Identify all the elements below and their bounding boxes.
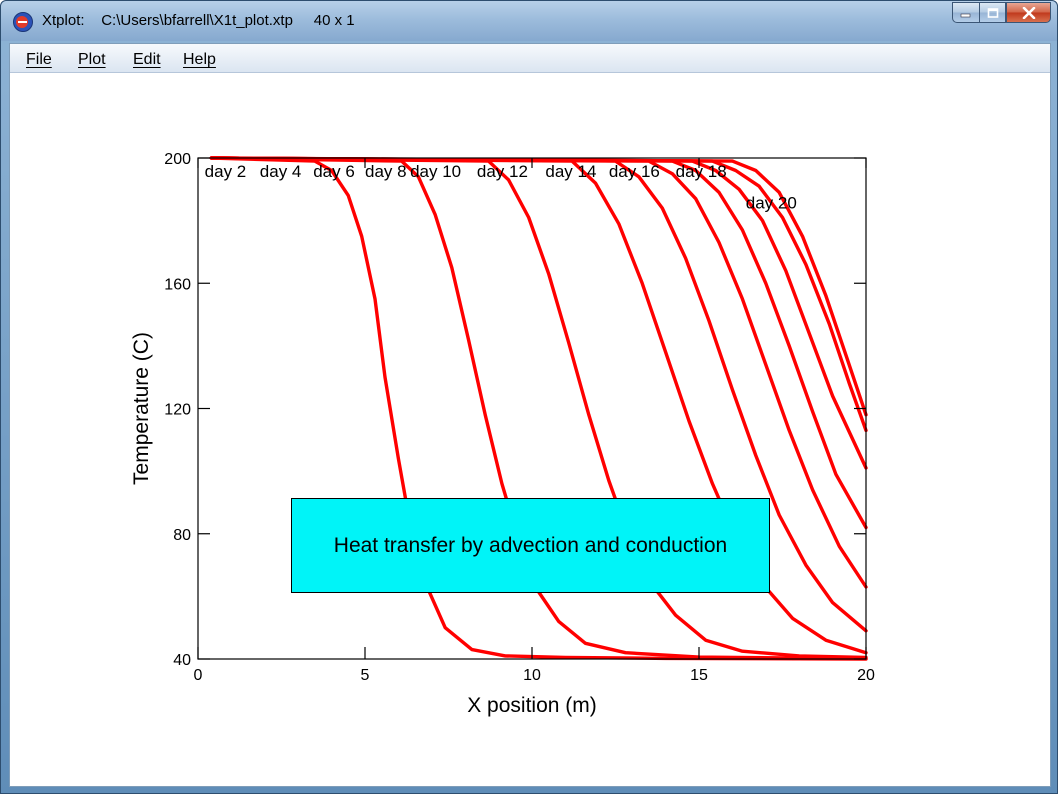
day-label: day 12 bbox=[477, 162, 528, 181]
x-tick-label: 5 bbox=[361, 667, 370, 684]
close-button[interactable] bbox=[1006, 2, 1051, 23]
close-icon bbox=[1022, 6, 1035, 19]
y-tick-label: 120 bbox=[164, 402, 191, 419]
day-label: day 2 bbox=[205, 162, 247, 181]
minimize-button[interactable] bbox=[952, 2, 979, 23]
y-tick-label: 40 bbox=[173, 652, 191, 669]
xtplot-app-icon bbox=[13, 12, 33, 32]
title-bar[interactable]: Xtplot: C:\Users\bfarrell\X1t_plot.xtp 4… bbox=[1, 1, 1057, 41]
day-label: day 10 bbox=[410, 162, 461, 181]
window-title: Xtplot: C:\Users\bfarrell\X1t_plot.xtp 4… bbox=[42, 12, 355, 29]
maximize-icon bbox=[987, 7, 998, 18]
x-tick-label: 0 bbox=[194, 667, 203, 684]
x-tick-label: 20 bbox=[857, 667, 875, 684]
x-axis-title: X position (m) bbox=[467, 694, 597, 717]
minimize-icon bbox=[960, 13, 971, 17]
temperature-plot: 0 5 10 15 20 40 80 120 160 200 X position (m) Tempe… bbox=[130, 151, 875, 717]
day-label: day 8 bbox=[365, 162, 407, 181]
x-tick-label: 10 bbox=[523, 667, 541, 684]
y-tick-label: 160 bbox=[164, 276, 191, 293]
day-label: day 16 bbox=[609, 162, 660, 181]
labels-layer: 0 5 10 15 20 40 80 120 160 200 X position (m) Tempe… bbox=[130, 151, 875, 717]
y-tick-label: 80 bbox=[173, 527, 191, 544]
day-label: day 14 bbox=[545, 162, 596, 181]
series-line-day-14 bbox=[209, 156, 868, 530]
plot-client-area: File Plot Edit Help 0 5 10 15 20 40 80 120 160 20… bbox=[9, 43, 1051, 787]
day-label: day 4 bbox=[260, 162, 302, 181]
day-label: day 18 bbox=[676, 162, 727, 181]
x-tick-label: 15 bbox=[690, 667, 708, 684]
y-axis-title: Temperature (C) bbox=[130, 332, 153, 485]
window-controls bbox=[952, 2, 1051, 24]
app-window: Xtplot: C:\Users\bfarrell\X1t_plot.xtp 4… bbox=[0, 0, 1058, 794]
annotation-box[interactable]: Heat transfer by advection and conductio… bbox=[291, 498, 770, 593]
annotation-text: Heat transfer by advection and conductio… bbox=[333, 533, 728, 557]
y-tick-label: 200 bbox=[164, 151, 191, 168]
maximize-button[interactable] bbox=[979, 2, 1006, 23]
day-label: day 6 bbox=[313, 162, 355, 181]
day-label: day 20 bbox=[746, 193, 797, 212]
